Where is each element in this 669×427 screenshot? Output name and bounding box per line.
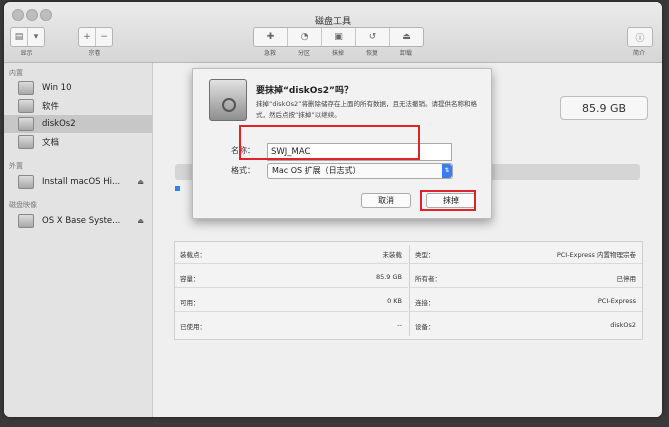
window-title: 磁盘工具 [314, 17, 351, 27]
erase-label: 抹掉 [331, 50, 344, 57]
highlight-name-field [239, 125, 420, 160]
info-row: 可用： 0 KB [175, 290, 408, 312]
partition-icon[interactable]: ◔ [288, 28, 322, 46]
add-volume-icon[interactable]: + [79, 28, 96, 46]
capacity-display: 85.9 GB [560, 96, 648, 120]
unmount-icon[interactable]: ⏏ [390, 28, 423, 46]
first-aid-label: 急救 [263, 50, 276, 57]
sidebar-icon: ▤ [11, 28, 28, 46]
remove-volume-icon[interactable]: − [96, 28, 112, 46]
hard-disk-icon [209, 79, 247, 121]
info-label: 简介 [632, 50, 645, 57]
view-button[interactable]: ▤ ▾ [10, 27, 45, 47]
unmount-label: 卸载 [399, 50, 412, 57]
eject-icon[interactable]: ⏏ [137, 217, 144, 225]
format-select[interactable]: Mac OS 扩展（日志式） ⇅ [267, 163, 453, 179]
view-label: 显示 [20, 50, 33, 57]
info-row: 类型： PCI-Express 内置物理宗卷 [410, 242, 642, 264]
legend-swatch [175, 186, 180, 191]
info-row: 设备： diskOs2 [415, 321, 636, 331]
info-table: 装载点： 未装载 容量： 85.9 GB 可用： 0 KB 已使用： -- 类型： PCI… [174, 241, 643, 340]
first-aid-icon[interactable]: ✚ [254, 28, 288, 46]
disk-utility-window: 磁盘工具 ▤ ▾ 显示 + − 宗卷 ✚ ◔ ▣ ↺ ⏏ 急救 分区 抹掉 恢复… [4, 2, 662, 417]
chevron-down-icon: ▾ [33, 32, 39, 42]
info-row: 装载点： 未装载 [175, 242, 408, 264]
chevron-updown-icon: ⇅ [442, 164, 452, 178]
sidebar: 内置 Win 10 软件 diskOs2 文档 外置 Install macOS… [4, 63, 153, 417]
sidebar-item-osx-base[interactable]: OS X Base Syste... ⏏ [4, 212, 152, 230]
volume-button-group[interactable]: + − [78, 27, 113, 47]
disk-icon [18, 81, 34, 95]
info-button[interactable]: ⓘ [627, 27, 653, 47]
cancel-button[interactable]: 取消 [361, 193, 411, 208]
disk-icon [18, 99, 34, 113]
partition-label: 分区 [297, 50, 310, 57]
sidebar-item-win10[interactable]: Win 10 [4, 79, 152, 97]
eject-icon[interactable]: ⏏ [137, 178, 144, 186]
info-row: 所有者： 已停用 [410, 266, 642, 288]
sidebar-item-diskos2[interactable]: diskOs2 [4, 115, 152, 133]
section-image: 磁盘映像 [9, 201, 37, 209]
info-row: 已使用： -- [180, 321, 402, 331]
format-label: 格式： [231, 166, 255, 175]
sidebar-item-software[interactable]: 软件 [4, 97, 152, 115]
highlight-erase-button [420, 190, 476, 211]
sidebar-item-install-macos[interactable]: Install macOS Hi... ⏏ [4, 173, 152, 191]
restore-label: 恢复 [365, 50, 378, 57]
section-internal: 内置 [9, 69, 23, 77]
disk-icon [18, 214, 34, 228]
info-row: 容量： 85.9 GB [175, 266, 408, 288]
disk-icon [18, 117, 34, 131]
disk-icon [18, 135, 34, 149]
dialog-message: 抹掉“diskOs2”将删除储存在上面的所有数据，且无法撤销。请提供名称和格式，… [256, 100, 477, 119]
sidebar-item-documents[interactable]: 文档 [4, 133, 152, 151]
section-external: 外置 [9, 162, 23, 170]
erase-icon[interactable]: ▣ [322, 28, 356, 46]
volume-label: 宗卷 [88, 50, 101, 57]
action-button-group: ✚ ◔ ▣ ↺ ⏏ [253, 27, 424, 47]
disk-icon [18, 175, 34, 189]
toolbar: 磁盘工具 ▤ ▾ 显示 + − 宗卷 ✚ ◔ ▣ ↺ ⏏ 急救 分区 抹掉 恢复… [4, 2, 662, 63]
info-row: 连接： PCI-Express [410, 290, 642, 312]
info-icon: ⓘ [635, 33, 645, 44]
dialog-title: 要抹掉“diskOs2”吗？ [256, 86, 353, 96]
restore-icon[interactable]: ↺ [356, 28, 390, 46]
